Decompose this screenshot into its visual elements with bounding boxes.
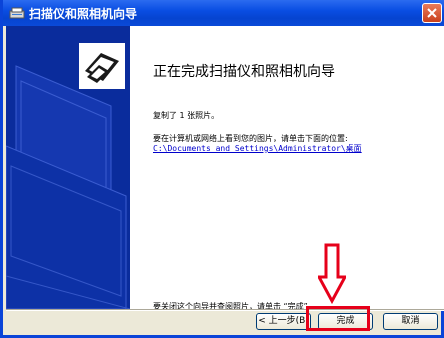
scanner-icon bbox=[9, 5, 25, 21]
button-separator-highlight bbox=[6, 310, 444, 311]
finish-highlight-box bbox=[306, 306, 370, 331]
wizard-logo-icon bbox=[77, 41, 127, 91]
close-icon bbox=[427, 8, 437, 18]
cancel-button[interactable]: 取消 bbox=[383, 313, 438, 330]
wizard-window: 扫描仪和照相机向导 正在完成扫描仪和照相机向导 复制了 1 张照片。 要在计算机… bbox=[0, 0, 444, 338]
down-arrow-icon bbox=[318, 243, 346, 305]
wizard-side-panel bbox=[6, 26, 130, 309]
window-title: 扫描仪和照相机向导 bbox=[29, 7, 138, 21]
copied-status: 复制了 1 张照片。 bbox=[153, 111, 220, 120]
wizard-heading: 正在完成扫描仪和照相机向导 bbox=[153, 64, 335, 80]
back-button[interactable]: < 上一步(B) bbox=[256, 313, 311, 330]
title-bar[interactable]: 扫描仪和照相机向导 bbox=[3, 0, 444, 26]
location-link[interactable]: C:\Documents and Settings\Administrator\… bbox=[153, 143, 362, 154]
wizard-content: 正在完成扫描仪和照相机向导 复制了 1 张照片。 要在计算机或网络上看到您的图片… bbox=[6, 26, 444, 311]
close-button[interactable] bbox=[422, 3, 442, 23]
